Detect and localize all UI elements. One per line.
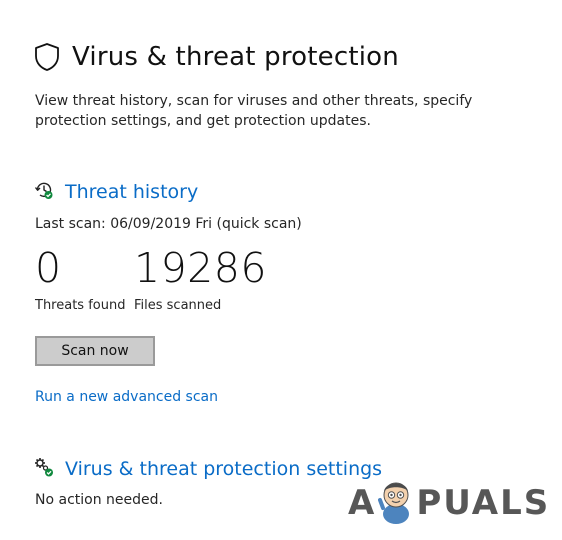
history-check-icon: [34, 180, 54, 204]
settings-title[interactable]: Virus & threat protection settings: [65, 458, 382, 480]
settings-status-text: No action needed.: [35, 492, 163, 508]
shield-icon: [34, 42, 60, 72]
page-title: Virus & threat protection: [72, 42, 399, 72]
page-description: View threat history, scan for viruses an…: [35, 93, 473, 129]
threats-found-label: Threats found: [35, 298, 126, 313]
last-scan-text: Last scan: 06/09/2019 Fri (quick scan): [35, 216, 302, 232]
threats-found-value: 0: [35, 244, 62, 292]
page-header: Virus & threat protection: [34, 42, 399, 72]
scan-now-button[interactable]: Scan now: [35, 336, 155, 366]
files-scanned-label: Files scanned: [134, 298, 222, 313]
threat-history-heading: Threat history: [34, 180, 198, 204]
files-scanned-stat: 19286 Files scanned: [134, 244, 267, 313]
mascot-logo-icon: [378, 478, 414, 528]
watermark-text-left: A: [348, 483, 377, 523]
threat-history-title: Threat history: [65, 181, 199, 203]
files-scanned-value: 19286: [134, 244, 267, 292]
appuals-watermark: A PUALS: [348, 478, 550, 528]
settings-heading: Virus & threat protection settings: [34, 457, 382, 481]
advanced-scan-link[interactable]: Run a new advanced scan: [35, 389, 218, 405]
watermark-text-right: PUALS: [416, 483, 551, 523]
gears-check-icon: [34, 457, 54, 481]
threats-found-stat: 0 Threats found: [35, 244, 125, 313]
